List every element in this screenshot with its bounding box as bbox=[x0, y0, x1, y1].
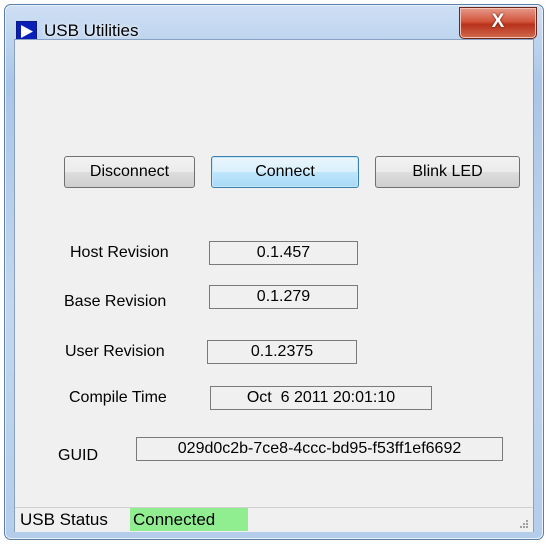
status-bar: USB Status Connected bbox=[15, 507, 533, 532]
window-title: USB Utilities bbox=[44, 21, 139, 40]
disconnect-button[interactable]: Disconnect bbox=[64, 156, 195, 188]
guid-value: 029d0c2b-7ce8-4ccc-bd95-f53ff1ef6692 bbox=[136, 437, 503, 461]
user-revision-value: 0.1.2375 bbox=[207, 340, 357, 364]
host-revision-value: 0.1.457 bbox=[209, 241, 358, 265]
compile-time-label: Compile Time bbox=[69, 389, 167, 406]
compile-time-value: Oct 6 2011 20:01:10 bbox=[210, 386, 432, 410]
guid-label: GUID bbox=[58, 447, 98, 464]
resize-grip-icon[interactable] bbox=[519, 519, 529, 529]
base-revision-label: Base Revision bbox=[64, 293, 167, 310]
usb-status-value: Connected bbox=[130, 508, 248, 531]
window-frame: USB Utilities X Disconnect Connect Blink… bbox=[4, 4, 544, 540]
user-revision-label: User Revision bbox=[65, 343, 165, 360]
usb-status-label: USB Status bbox=[20, 510, 108, 529]
base-revision-value: 0.1.279 bbox=[209, 285, 358, 309]
client-area: Disconnect Connect Blink LED Host Revisi… bbox=[14, 39, 534, 532]
close-icon: X bbox=[491, 11, 505, 32]
connect-button[interactable]: Connect bbox=[211, 156, 359, 188]
close-button[interactable]: X bbox=[459, 7, 537, 39]
host-revision-label: Host Revision bbox=[70, 244, 169, 261]
blink-led-button[interactable]: Blink LED bbox=[375, 156, 520, 188]
